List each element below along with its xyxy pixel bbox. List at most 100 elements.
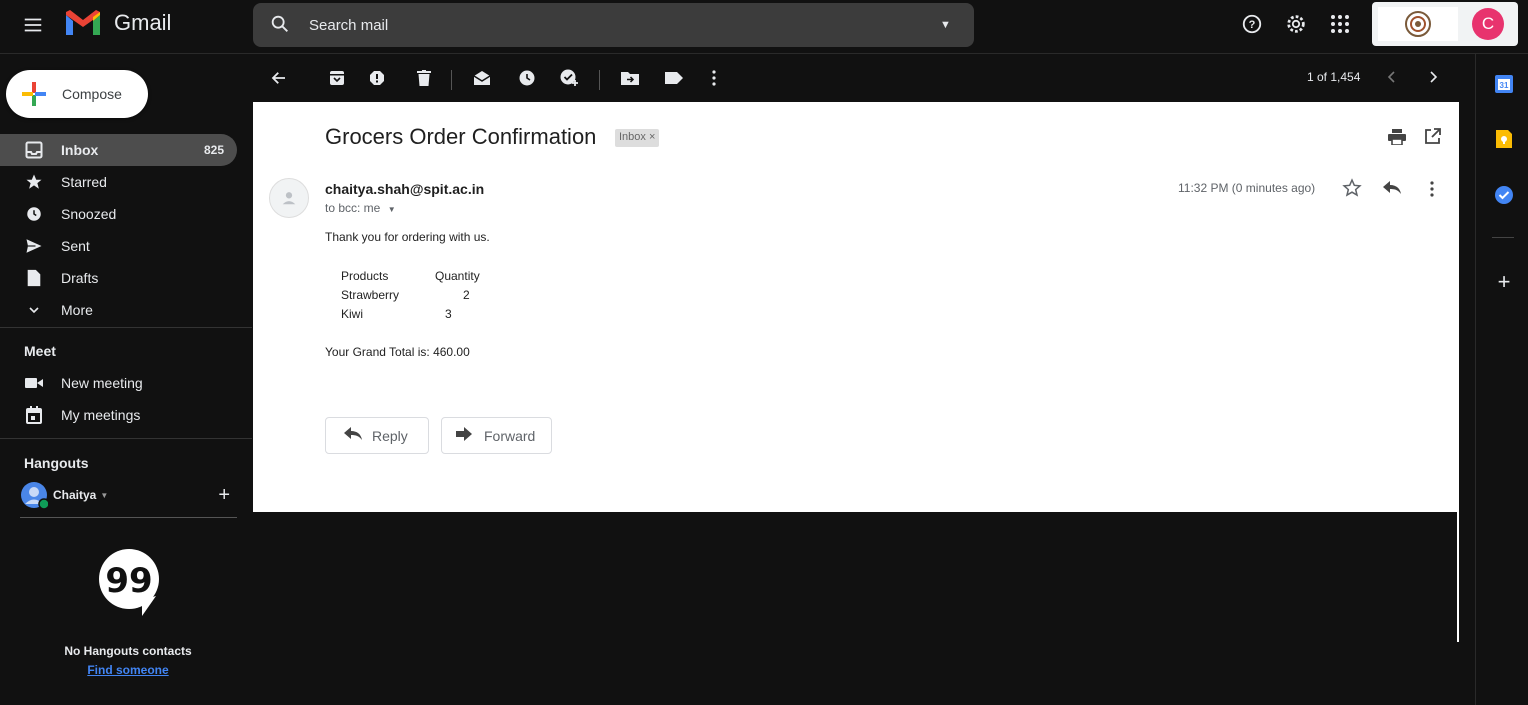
compose-button[interactable]: Compose: [6, 70, 148, 118]
recipients-line[interactable]: to bcc: me ▼: [325, 201, 396, 215]
inbox-unread-count: 825: [203, 143, 224, 157]
google-calendar-icon[interactable]: 31: [1494, 74, 1514, 94]
table-cell: 2: [463, 287, 470, 302]
inbox-icon: [24, 140, 44, 160]
inbox-label-chip[interactable]: Inbox ×: [615, 129, 660, 147]
organization-logo: [1378, 7, 1458, 41]
search-bar[interactable]: ▼: [253, 3, 974, 47]
side-panel-rail: 31 +: [1475, 54, 1528, 705]
pagination-text: 1 of 1,454: [1307, 70, 1361, 84]
apps-grid-icon[interactable]: [1328, 12, 1352, 36]
nav-item-snoozed[interactable]: Snoozed: [0, 198, 237, 230]
settings-gear-icon[interactable]: [1284, 12, 1308, 36]
print-icon[interactable]: [1388, 129, 1406, 150]
add-contact-icon[interactable]: +: [218, 484, 230, 507]
table-cell: Strawberry: [341, 287, 400, 302]
show-details-caret-icon[interactable]: ▼: [388, 205, 396, 214]
nav-item-more[interactable]: More: [0, 294, 237, 326]
previous-page-chevron-icon[interactable]: [1386, 70, 1400, 84]
account-switcher[interactable]: C: [1372, 2, 1518, 46]
mail-toolbar: [253, 54, 1459, 102]
scroll-edge: [1457, 512, 1459, 642]
email-view: Grocers Order Confirmation Inbox × chait…: [253, 102, 1459, 512]
star-icon: [24, 172, 44, 192]
compose-plus-icon: [20, 80, 48, 108]
toolbar-separator: [451, 70, 452, 90]
new-meeting-item[interactable]: New meeting: [0, 367, 237, 399]
delete-trash-icon[interactable]: [414, 68, 434, 88]
reply-arrow-icon: [344, 426, 362, 445]
next-page-chevron-icon[interactable]: [1427, 70, 1441, 84]
forward-arrow-icon: [456, 426, 474, 445]
chevron-down-icon: [24, 300, 44, 320]
my-meetings-label: My meetings: [61, 407, 141, 423]
move-to-folder-icon[interactable]: [620, 68, 640, 88]
divider: [0, 327, 252, 328]
svg-text:31: 31: [1500, 81, 1509, 90]
help-icon[interactable]: ?: [1240, 12, 1264, 36]
new-meeting-label: New meeting: [61, 375, 143, 391]
table-row: Kiwi 3: [339, 304, 482, 323]
mark-unread-icon[interactable]: [472, 68, 492, 88]
email-timestamp: 11:32 PM (0 minutes ago): [1178, 181, 1316, 195]
add-to-tasks-icon[interactable]: [560, 68, 580, 88]
search-icon[interactable]: [269, 13, 293, 37]
hangouts-user-row[interactable]: Chaitya ▼ +: [20, 481, 240, 510]
order-items-table: Products Quantity Strawberry 2 Kiwi 3: [339, 266, 482, 323]
calendar-icon: [24, 405, 44, 425]
nav-label: Sent: [61, 238, 90, 254]
sender-email[interactable]: chaitya.shah@spit.ac.in: [325, 181, 484, 197]
google-tasks-icon[interactable]: [1494, 185, 1514, 205]
back-arrow-icon[interactable]: [269, 68, 289, 88]
hangouts-user-avatar: [20, 481, 50, 510]
search-options-icon[interactable]: ▼: [940, 19, 952, 31]
rail-divider: [1492, 237, 1514, 238]
my-meetings-item[interactable]: My meetings: [0, 399, 237, 431]
toolbar-separator: [599, 70, 600, 90]
app-name: Gmail: [114, 10, 172, 35]
search-input[interactable]: [309, 16, 940, 34]
reply-button[interactable]: Reply: [325, 417, 429, 454]
google-keep-icon[interactable]: [1494, 129, 1514, 149]
hangouts-quote-icon: 99: [98, 548, 160, 625]
report-spam-icon[interactable]: [367, 68, 387, 88]
nav-item-inbox[interactable]: Inbox 825: [0, 134, 237, 166]
clock-icon: [24, 204, 44, 224]
compose-label: Compose: [62, 86, 122, 102]
svg-text:99: 99: [105, 561, 152, 601]
table-header-cell: Products: [341, 268, 389, 283]
reply-arrow-icon[interactable]: [1383, 181, 1401, 200]
label-tag-icon[interactable]: [664, 68, 684, 88]
more-options-vertical-icon[interactable]: [704, 68, 724, 88]
main-menu-icon[interactable]: [22, 14, 46, 38]
nav-label: Starred: [61, 174, 107, 190]
nav-list: Inbox 825 Starred Snoozed Sent Drafts Mo…: [0, 134, 237, 326]
gmail-logo[interactable]: Gmail: [64, 9, 171, 37]
video-camera-icon: [24, 373, 44, 393]
reply-label: Reply: [372, 427, 408, 444]
table-cell: 3: [445, 306, 452, 321]
get-add-ons-plus-icon[interactable]: +: [1494, 271, 1514, 293]
forward-button[interactable]: Forward: [441, 417, 552, 454]
snooze-clock-icon[interactable]: [517, 68, 537, 88]
nav-item-sent[interactable]: Sent: [0, 230, 237, 262]
open-in-new-window-icon[interactable]: [1425, 128, 1441, 149]
table-header-cell: Quantity: [435, 268, 480, 283]
top-bar: Gmail ▼ ? C: [0, 0, 1528, 54]
find-someone-link[interactable]: Find someone: [0, 663, 256, 677]
top-right-actions: ? C: [1240, 0, 1528, 48]
account-avatar[interactable]: C: [1472, 8, 1504, 40]
meet-list: New meeting My meetings: [0, 367, 237, 431]
table-header-row: Products Quantity: [339, 266, 482, 285]
message-more-options-icon[interactable]: [1430, 181, 1434, 202]
send-icon: [24, 236, 44, 256]
hangouts-status-caret-icon[interactable]: ▼: [100, 491, 108, 500]
star-outline-icon[interactable]: [1342, 178, 1362, 203]
table-cell: Kiwi: [341, 306, 364, 321]
meet-heading: Meet: [24, 343, 56, 359]
archive-icon[interactable]: [327, 68, 347, 88]
sender-avatar: [269, 178, 309, 218]
grand-total-text: Your Grand Total is: 460.00: [325, 345, 470, 359]
nav-item-starred[interactable]: Starred: [0, 166, 237, 198]
nav-item-drafts[interactable]: Drafts: [0, 262, 237, 294]
